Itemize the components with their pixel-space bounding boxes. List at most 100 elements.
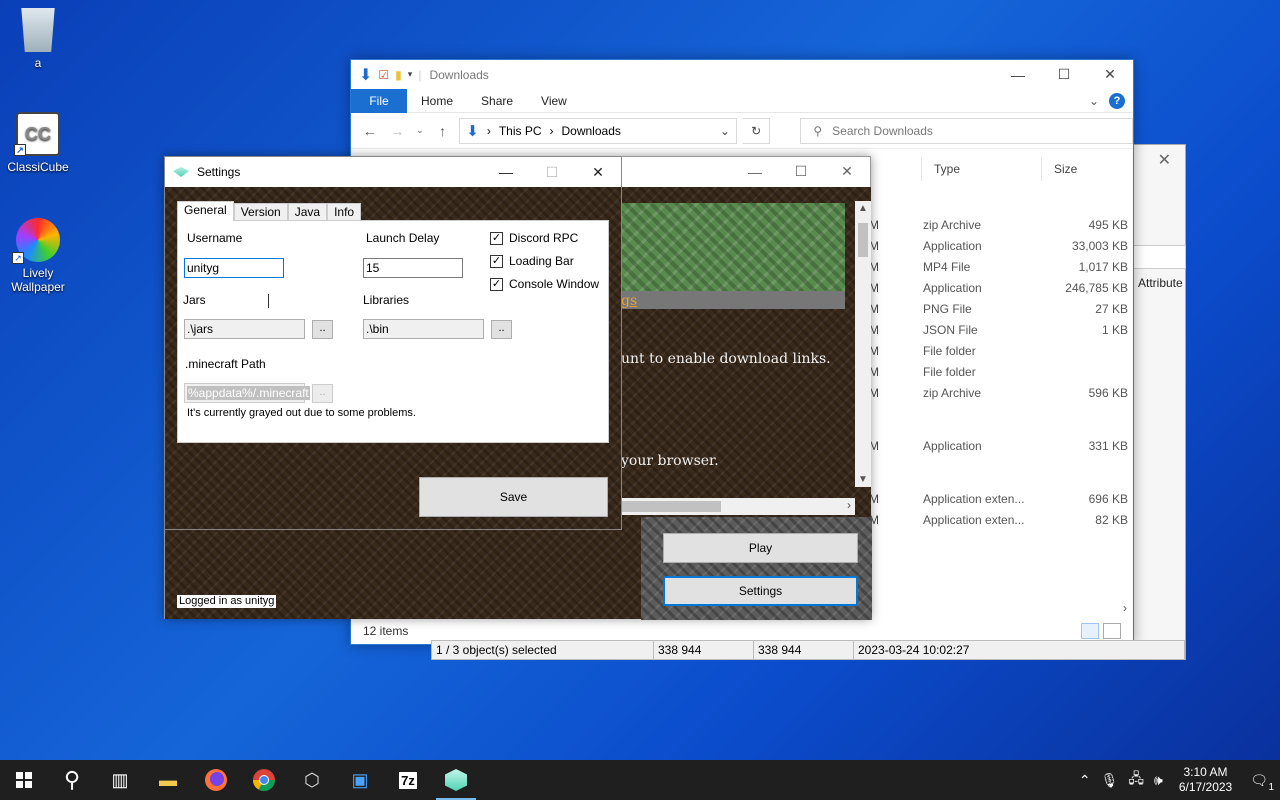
list-item[interactable]: AMJSON File1 KB: [861, 320, 1131, 341]
breadcrumb-this-pc[interactable]: This PC: [499, 124, 542, 138]
jars-field[interactable]: .\jars: [184, 319, 305, 339]
minimize-icon[interactable]: —: [995, 60, 1041, 89]
task-view-icon[interactable]: ▥: [96, 760, 144, 800]
close-icon[interactable]: ✕: [1087, 60, 1133, 89]
discord-rpc-checkbox[interactable]: ✓ Discord RPC: [490, 231, 578, 245]
scroll-right-icon[interactable]: ›: [847, 498, 851, 512]
firefox-icon[interactable]: [192, 760, 240, 800]
desktop-icon-recycle-bin[interactable]: a: [0, 8, 76, 70]
launch-delay-label: Launch Delay: [366, 231, 440, 245]
column-header-attribute[interactable]: Attribute: [1138, 276, 1183, 290]
microphone-icon[interactable]: 🎙: [1101, 772, 1119, 789]
search-input[interactable]: ⚲ Search Downloads: [800, 117, 1133, 144]
search-icon[interactable]: ⚲: [48, 760, 96, 800]
ribbon-tab-file[interactable]: File: [351, 88, 407, 113]
save-button[interactable]: Save: [419, 477, 608, 517]
tab-general[interactable]: General: [177, 201, 234, 221]
ribbon-tab-view[interactable]: View: [527, 89, 581, 113]
minimize-icon[interactable]: —: [732, 157, 778, 186]
tab-java[interactable]: Java: [287, 203, 328, 221]
column-header-type[interactable]: Type: [921, 157, 1041, 181]
list-item[interactable]: AMFile folder: [861, 341, 1131, 362]
libraries-browse-button[interactable]: ..: [491, 320, 512, 339]
large-icons-view-icon[interactable]: [1103, 623, 1121, 639]
list-item[interactable]: AMzip Archive596 KB: [861, 383, 1131, 404]
settings-button[interactable]: Settings: [663, 576, 858, 606]
jars-browse-button[interactable]: ..: [312, 320, 333, 339]
list-item[interactable]: AMzip Archive495 KB: [861, 215, 1131, 236]
new-folder-icon[interactable]: ▮: [395, 68, 402, 82]
list-item[interactable]: AMMP4 File1,017 KB: [861, 257, 1131, 278]
list-item[interactable]: PMApplication exten...82 KB: [861, 510, 1131, 531]
up-arrow-icon[interactable]: ↑: [432, 123, 454, 139]
close-icon[interactable]: ✕: [1158, 150, 1171, 170]
desktop-icon-lively-wallpaper[interactable]: ↗ Lively Wallpaper: [0, 218, 76, 294]
expand-ribbon-icon[interactable]: ⌄: [1089, 94, 1099, 108]
volume-icon[interactable]: 🕪: [1154, 772, 1163, 789]
taskbar: ⚲ ▥ ▬ ⬡ ▣ 7z ⌃ 🎙 🖧 🕪 3:10 AM 6/17/2023 🗨…: [0, 760, 1280, 800]
scrollbar-thumb[interactable]: [858, 223, 868, 257]
loading-bar-checkbox[interactable]: ✓ Loading Bar: [490, 254, 574, 268]
back-arrow-icon[interactable]: ←: [359, 123, 381, 139]
scrollbar-thumb[interactable]: [621, 501, 721, 512]
scroll-down-icon[interactable]: ▼: [858, 474, 868, 485]
selection-summary: 1 / 3 object(s) selected: [432, 641, 654, 659]
checkbox-checked-icon: ✓: [490, 254, 503, 268]
customize-toolbar-icon[interactable]: ▾: [408, 69, 413, 80]
maximize-icon[interactable]: ☐: [778, 157, 824, 186]
notification-icon[interactable]: 🗨 1: [1250, 772, 1274, 793]
detail-size: 338 944: [654, 641, 754, 659]
list-item[interactable]: AMFile folder: [861, 362, 1131, 383]
launch-delay-field[interactable]: 15: [363, 258, 463, 278]
scroll-up-icon[interactable]: ▲: [858, 203, 868, 214]
news-horizontal-scrollbar[interactable]: ›: [621, 498, 855, 515]
desktop-icon-classicube[interactable]: CC ↗ ClassiCube: [0, 112, 76, 174]
tab-version[interactable]: Version: [233, 203, 288, 221]
list-item[interactable]: PMApplication exten...696 KB: [861, 489, 1131, 510]
network-icon[interactable]: 🖧: [1128, 768, 1144, 792]
chevron-up-icon[interactable]: ⌃: [1079, 772, 1091, 789]
launcher-taskbar-icon[interactable]: [432, 760, 480, 800]
news-link[interactable]: gs: [621, 293, 637, 309]
chrome-icon[interactable]: [240, 760, 288, 800]
close-icon[interactable]: ✕: [824, 157, 870, 186]
file-explorer-icon[interactable]: ▬: [144, 760, 192, 800]
username-field[interactable]: unityg: [184, 258, 284, 278]
classicube-taskbar-icon[interactable]: ⬡: [288, 760, 336, 800]
selection-detail-bar: 1 / 3 object(s) selected 338 944 338 944…: [431, 640, 1185, 660]
address-bar[interactable]: ⬇ › This PC › Downloads ⌄: [459, 117, 737, 144]
list-item[interactable]: AMPNG File27 KB: [861, 299, 1131, 320]
refresh-icon[interactable]: ↻: [742, 117, 771, 144]
news-text: unt to enable download links.: [621, 351, 831, 367]
scroll-right-icon[interactable]: ›: [1123, 601, 1127, 615]
ribbon-tab-share[interactable]: Share: [467, 89, 527, 113]
photos-icon[interactable]: ▣: [336, 760, 384, 800]
list-item[interactable]: AMApplication33,003 KB: [861, 236, 1131, 257]
properties-icon[interactable]: ☑: [378, 68, 389, 82]
news-vertical-scrollbar[interactable]: ▲ ▼: [855, 201, 871, 487]
clock[interactable]: 3:10 AM 6/17/2023: [1179, 765, 1232, 795]
list-item[interactable]: AMApplication331 KB: [861, 436, 1131, 457]
breadcrumb-downloads[interactable]: Downloads: [562, 124, 621, 138]
tab-info[interactable]: Info: [327, 203, 362, 221]
recent-locations-icon[interactable]: ⌄: [414, 125, 426, 136]
column-header-size[interactable]: Size: [1041, 157, 1131, 181]
libraries-field[interactable]: .\bin: [363, 319, 484, 339]
7zip-icon[interactable]: 7z: [384, 760, 432, 800]
close-icon[interactable]: ✕: [575, 157, 621, 187]
help-icon[interactable]: ?: [1109, 92, 1125, 109]
minimize-icon[interactable]: —: [483, 157, 529, 187]
forward-arrow-icon[interactable]: →: [387, 123, 409, 139]
system-tray: ⌃ 🎙 🖧 🕪 3:10 AM 6/17/2023 🗨 1: [1079, 765, 1280, 795]
start-button[interactable]: [0, 760, 48, 800]
settings-window: Settings — ☐ ✕ General Version Java Info…: [164, 156, 622, 530]
chevron-down-icon[interactable]: ⌄: [720, 124, 730, 138]
play-button[interactable]: Play: [663, 533, 858, 563]
checkbox-checked-icon: ✓: [490, 231, 503, 245]
list-item[interactable]: AMApplication246,785 KB: [861, 278, 1131, 299]
console-window-checkbox[interactable]: ✓ Console Window: [490, 277, 599, 291]
maximize-icon[interactable]: ☐: [1041, 60, 1087, 89]
details-view-icon[interactable]: [1081, 623, 1099, 639]
ribbon-tab-home[interactable]: Home: [407, 89, 467, 113]
settings-title: Settings: [197, 165, 241, 179]
